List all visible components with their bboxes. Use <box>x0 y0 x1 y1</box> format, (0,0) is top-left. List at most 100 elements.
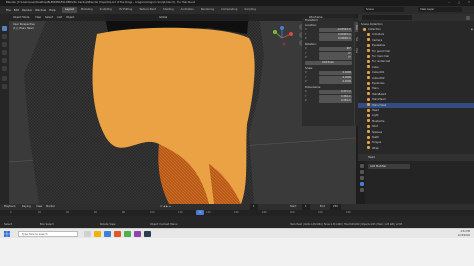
material-tab-icon[interactable] <box>359 188 364 192</box>
move-tool-icon[interactable] <box>2 42 7 47</box>
rotation-mode-row[interactable]: XYZ Euler <box>305 61 352 65</box>
output-tab-icon[interactable] <box>359 170 364 174</box>
x-axis-icon[interactable] <box>289 32 293 36</box>
menu-file[interactable]: File <box>6 8 11 12</box>
outliner-item[interactable]: Camera◉ <box>358 38 474 43</box>
playhead[interactable]: 1 <box>196 210 204 215</box>
task-view-icon[interactable] <box>84 231 91 237</box>
render-tab-icon[interactable] <box>359 164 364 168</box>
outliner-item[interactable]: Wrap◉ <box>358 146 474 151</box>
location-x-row[interactable]: X -0.02543 m <box>305 28 352 32</box>
filter-icon[interactable] <box>466 15 470 20</box>
location-y-row[interactable]: Y 0.02943 m <box>305 32 352 37</box>
outliner-item[interactable]: Light◉ <box>358 113 474 118</box>
visibility-eye-icon[interactable]: ◉ <box>471 27 473 32</box>
outliner-item[interactable]: Eyelashes◉ <box>358 43 474 48</box>
outliner-item[interactable]: Mustache◉ <box>358 119 474 124</box>
rotation-z-field[interactable]: 0° <box>319 56 352 60</box>
edge-browser-icon[interactable] <box>104 231 111 237</box>
tab-texture-paint[interactable]: Texture Paint <box>136 7 159 13</box>
file-explorer-icon[interactable] <box>94 231 101 237</box>
outliner-item[interactable]: Hairs Head◉ <box>358 102 474 108</box>
tab-rendering[interactable]: Rendering <box>198 7 217 13</box>
rotation-z-row[interactable]: Z 0° <box>305 56 352 60</box>
rotation-y-field[interactable]: 0° <box>319 51 352 56</box>
outliner-item[interactable]: Sleeves◉ <box>358 130 474 135</box>
navigation-gizmo[interactable] <box>267 24 297 52</box>
tab-uv-editing[interactable]: UV Editing <box>116 7 136 13</box>
outliner-item[interactable]: Eyebrows◉ <box>358 81 474 86</box>
tab-animation[interactable]: Animation <box>178 7 197 13</box>
y-axis-icon[interactable] <box>273 30 277 34</box>
outliner-item[interactable]: Cube.002◉ <box>358 76 474 81</box>
add-modifier-button[interactable]: Add Modifier <box>368 164 410 169</box>
tab-compositing[interactable]: Compositing <box>218 7 240 13</box>
rotation-x-row[interactable]: X 90° <box>305 47 352 51</box>
outliner-item[interactable]: Hairs◉ <box>358 86 474 91</box>
orientation-selector[interactable]: Global <box>159 14 167 21</box>
z-axis-icon[interactable] <box>280 26 284 30</box>
mode-selector[interactable]: Object Mode <box>13 14 29 21</box>
annotate-tool-icon[interactable] <box>2 76 7 81</box>
scale-y-field[interactable]: 0.0200 <box>319 75 352 80</box>
taskbar-search-input[interactable]: Type here to search <box>18 231 78 237</box>
outliner-item[interactable]: Cube◉ <box>358 65 474 70</box>
rotation-x-field[interactable]: 90° <box>319 47 352 51</box>
rotation-y-row[interactable]: Y 0° <box>305 51 352 56</box>
transform-tool-icon[interactable] <box>2 66 7 71</box>
dimensions-z-row[interactable]: Z 0.254 m <box>305 99 352 103</box>
outliner-item[interactable]: Collection ◉ <box>358 27 474 32</box>
object-tab-icon[interactable] <box>359 176 364 180</box>
mail-icon[interactable] <box>144 231 151 237</box>
menu-window[interactable]: Window <box>35 8 46 12</box>
view-menu[interactable]: View <box>35 14 41 21</box>
object-menu[interactable]: Object <box>66 14 74 21</box>
outliner-item[interactable]: Fur undercoat◉ <box>358 59 474 64</box>
outliner-item[interactable]: Head◉ <box>358 108 474 113</box>
measure-tool-icon[interactable] <box>2 84 7 89</box>
outliner-item[interactable]: Shirt◉ <box>358 124 474 129</box>
outliner-search-input[interactable] <box>362 15 412 20</box>
tab-layout[interactable]: Layout <box>62 7 77 13</box>
location-x-field[interactable]: -0.02543 m <box>319 28 352 32</box>
rotation-mode-select[interactable]: XYZ Euler <box>305 61 352 65</box>
select-menu[interactable]: Select <box>45 14 53 21</box>
dimensions-x-field[interactable]: 0.371 m <box>319 90 352 94</box>
outliner-item[interactable]: HairsHead◉ <box>358 97 474 102</box>
app-icon[interactable] <box>134 231 141 237</box>
scene-selector[interactable]: Scene <box>364 7 404 12</box>
scale-y-row[interactable]: Y 0.0200 <box>305 75 352 80</box>
dimensions-y-field[interactable]: 0.364 m <box>319 94 352 99</box>
tab-shading[interactable]: Shading <box>160 7 177 13</box>
modifier-tab-icon[interactable] <box>359 182 364 186</box>
add-menu[interactable]: Add <box>57 14 62 21</box>
view-layer-selector[interactable]: View Layer <box>418 7 462 12</box>
menu-edit[interactable]: Edit <box>14 8 19 12</box>
outliner-item[interactable]: Tongue◉ <box>358 140 474 145</box>
outliner-item[interactable]: Cube.001◉ <box>358 70 474 75</box>
location-y-field[interactable]: 0.02943 m <box>319 32 352 37</box>
location-z-field[interactable]: 0.00049 m <box>319 37 352 41</box>
outliner-item[interactable]: Armature◉ <box>358 32 474 37</box>
scale-z-row[interactable]: Z 0.0200 <box>305 80 352 84</box>
dimensions-x-row[interactable]: X 0.371 m <box>305 90 352 94</box>
timeline-ruler[interactable]: 0 20 40 60 80 100 120 140 160 180 200 220 240 1 <box>0 210 474 216</box>
scale-x-row[interactable]: X 0.0200 <box>305 71 352 75</box>
outliner-item[interactable]: HairsBeard◉ <box>358 92 474 97</box>
dimensions-y-row[interactable]: Y 0.364 m <box>305 94 352 99</box>
select-tool-icon[interactable] <box>2 26 7 31</box>
chrome-browser-icon[interactable] <box>124 231 131 237</box>
scale-tool-icon[interactable] <box>2 58 7 63</box>
location-z-row[interactable]: Z 0.00049 m <box>305 37 352 41</box>
blender-app-icon[interactable] <box>114 231 121 237</box>
outliner-item[interactable]: Teeth◉ <box>358 135 474 140</box>
menu-help[interactable]: Help <box>49 8 55 12</box>
tab-scripting[interactable]: Scripting <box>241 7 259 13</box>
menu-render[interactable]: Render <box>22 8 32 12</box>
dimensions-z-field[interactable]: 0.254 m <box>319 99 352 103</box>
tab-modeling[interactable]: Modeling <box>78 7 96 13</box>
outliner-item[interactable]: Fur guard hair◉ <box>358 49 474 54</box>
outliner-item[interactable]: Fur main hair◉ <box>358 54 474 59</box>
system-tray[interactable]: 4:52 PM 12/3/2020 <box>458 230 470 237</box>
cursor-tool-icon[interactable] <box>2 34 7 39</box>
